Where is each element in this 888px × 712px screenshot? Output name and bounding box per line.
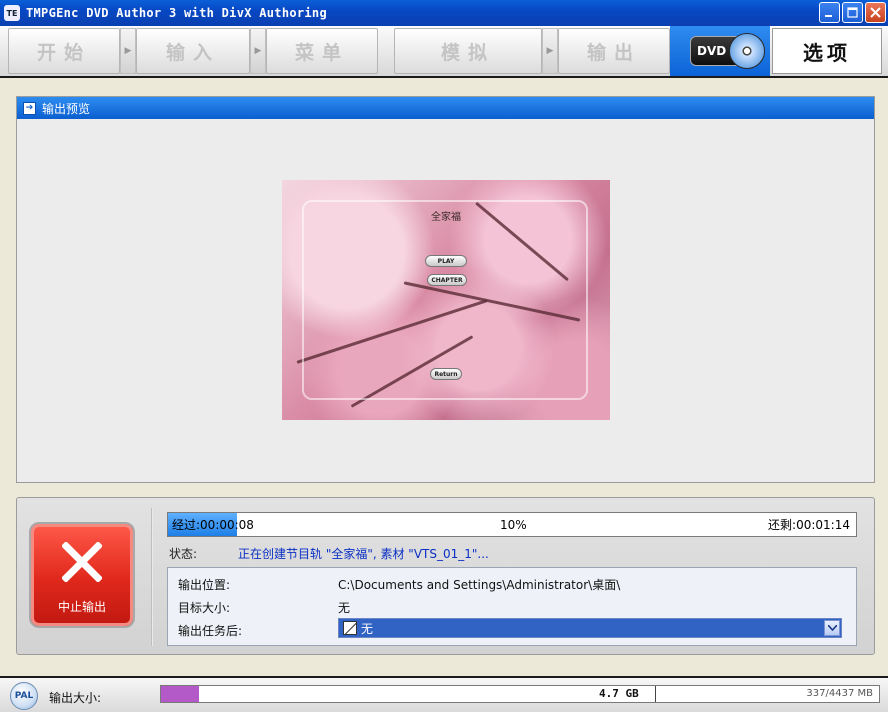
nav-step-output[interactable]: 输出 (558, 28, 670, 74)
capacity-marker (655, 686, 656, 702)
output-preview-panel: ➔ 输出预览 全家福 PLAY CHAPTER Return (16, 96, 875, 483)
output-location-value: C:\Documents and Settings\Administrator\… (338, 578, 621, 592)
dvd-output-button[interactable]: DVD (670, 26, 770, 76)
none-icon (343, 621, 357, 635)
stop-output-button[interactable]: 中止输出 (29, 522, 135, 628)
dvd-badge: DVD (690, 33, 765, 69)
window-title: TMPGEnc DVD Author 3 with DivX Authoring (26, 6, 327, 20)
stop-output-label: 中止输出 (57, 600, 106, 614)
minimize-button[interactable] (819, 2, 840, 23)
menu-play-button: PLAY (425, 255, 467, 267)
disc-icon (729, 33, 765, 69)
output-info-box: 输出位置: C:\Documents and Settings\Administ… (167, 567, 857, 646)
stop-x-icon (31, 540, 133, 584)
nav-options-button[interactable]: 选项 (772, 28, 882, 74)
dvd-label: DVD (697, 44, 727, 58)
nav-step-menu[interactable]: 菜单 (266, 28, 378, 74)
remaining-time: 还剩:00:01:14 (768, 518, 850, 532)
progress-panel: 中止输出 经过:00:00:08 10% 还剩:00:01:14 状态: 正在创… (16, 497, 875, 655)
elapsed-time: 经过:00:00:08 (172, 518, 254, 532)
output-size-bar: 4.7 GB 337/4437 MB (160, 685, 880, 703)
menu-return-button: Return (430, 368, 462, 380)
app-icon: TE (4, 5, 20, 21)
nav-step-input[interactable]: 输入 (136, 28, 250, 74)
close-button[interactable] (865, 2, 886, 23)
size-usage-text: 337/4437 MB (806, 688, 873, 699)
status-value: 正在创建节目轨 "全家福", 素材 "VTS_01_1"... (238, 547, 489, 561)
close-icon (870, 7, 881, 18)
preview-header-label: 输出预览 (42, 101, 91, 116)
chevron-down-icon[interactable] (824, 620, 840, 636)
progress-percent: 10% (500, 517, 527, 532)
pal-icon: PAL (10, 682, 38, 710)
output-size-fill (161, 686, 199, 702)
maximize-button[interactable] (842, 2, 863, 23)
nav-arrow-icon: ▶ (250, 28, 266, 74)
nav-arrow-icon: ▶ (120, 28, 136, 74)
output-size-label: 输出大小: (49, 691, 102, 705)
target-size-label: 目标大小: (178, 601, 231, 615)
minimize-icon (825, 15, 832, 17)
output-progress-bar: 经过:00:00:08 10% 还剩:00:01:14 (167, 512, 857, 537)
disc-capacity-label: 4.7 GB (599, 687, 639, 700)
menu-title: 全家福 (431, 212, 461, 223)
title-bar: TE TMPGEnc DVD Author 3 with DivX Author… (0, 0, 888, 26)
nav-arrow-icon: ▶ (542, 28, 558, 74)
preview-header: ➔ 输出预览 (17, 97, 874, 119)
after-task-value: 无 (361, 621, 374, 636)
panel-divider (151, 508, 153, 646)
status-label: 状态: (169, 547, 198, 561)
menu-preview-image: 全家福 PLAY CHAPTER Return (282, 180, 610, 420)
after-task-select[interactable]: 无 (338, 618, 842, 638)
maximize-icon (847, 7, 858, 18)
nav-step-simulate[interactable]: 模拟 (394, 28, 542, 74)
collapse-arrow-icon[interactable]: ➔ (23, 101, 36, 115)
after-task-label: 输出任务后: (178, 624, 243, 638)
target-size-value: 无 (338, 601, 351, 615)
menu-chapter-button: CHAPTER (427, 274, 467, 286)
nav-step-start[interactable]: 开始 (8, 28, 120, 74)
step-navigation: 开始 ▶ 输入 ▶ 菜单 模拟 ▶ 输出 DVD 选项 (0, 26, 888, 78)
status-bar: PAL 输出大小: 4.7 GB 337/4437 MB (0, 676, 888, 712)
output-location-label: 输出位置: (178, 578, 231, 592)
